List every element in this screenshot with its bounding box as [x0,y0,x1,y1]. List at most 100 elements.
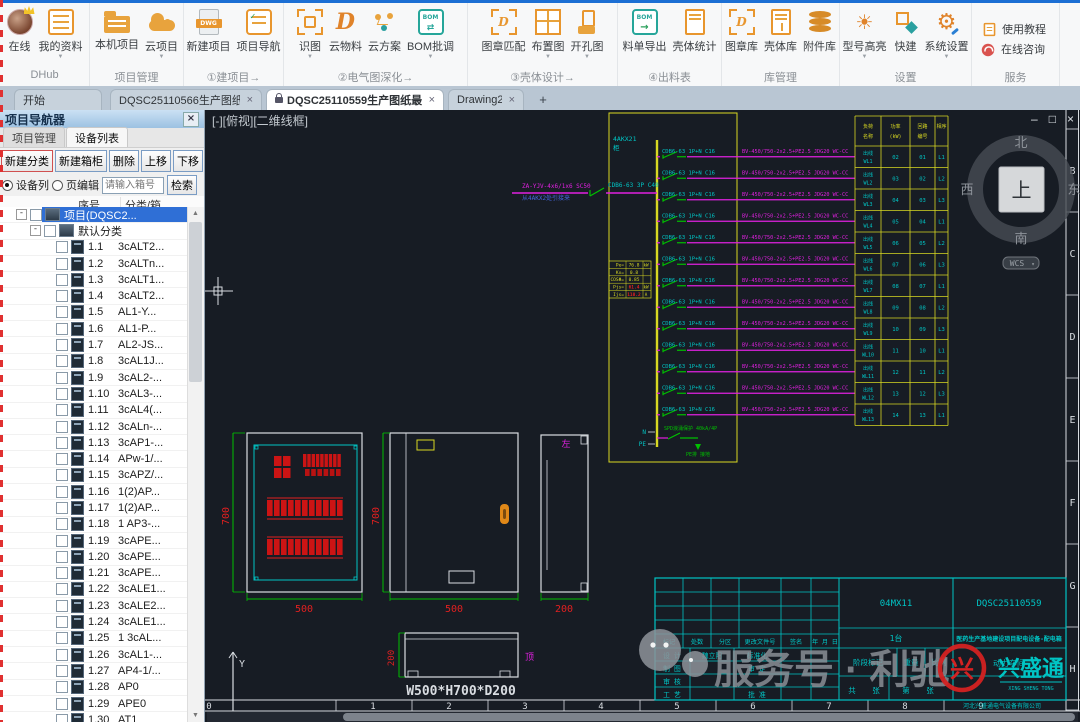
row-checkbox[interactable] [56,518,68,530]
navigator-close-button[interactable]: × [183,112,199,127]
row-checkbox[interactable] [56,486,68,498]
scrollbar-thumb[interactable] [189,222,202,382]
row-checkbox[interactable] [56,535,68,547]
device-row[interactable]: 1.93cAL2-... [0,370,188,386]
doc-tab-1[interactable]: DQSC25110566生产图纸1*× [110,89,262,110]
ribbon-item-enclosure-stat-icon[interactable]: 壳体统计 [671,8,719,62]
device-row[interactable]: 1.30AT1 [0,712,188,722]
restore-icon[interactable]: □ [1049,111,1056,127]
tree-row[interactable]: -项目(DQSC2... [0,207,188,223]
hscrollbar-thumb[interactable] [343,713,1075,721]
device-row[interactable]: 1.28AP0 [0,680,188,696]
scroll-up-icon[interactable]: ▲ [188,207,203,220]
row-checkbox[interactable] [56,421,68,433]
ribbon-item-system-settings-icon[interactable]: 系统设置▼ [923,8,971,62]
ribbon-item-highlight-icon[interactable]: 型号高亮▼ [841,8,889,62]
device-row[interactable]: 1.171(2)AP... [0,500,188,516]
row-checkbox[interactable] [56,698,68,710]
device-row[interactable]: 1.43cALT2... [0,288,188,304]
device-row[interactable]: 1.161(2)AP... [0,484,188,500]
row-checkbox[interactable] [30,209,42,221]
device-row[interactable]: 1.123cALn-... [0,419,188,435]
ribbon-item-stamp-lib-icon[interactable]: 图章库 [723,8,760,62]
navigator-tab-0[interactable]: 项目管理 [3,127,65,147]
ribbon-item-stamp-match-icon[interactable]: 图章匹配 [480,8,528,62]
row-checkbox[interactable] [56,274,68,286]
ribbon-item-cloud-icon[interactable]: 云项目▼ [143,8,180,62]
row-checkbox[interactable] [56,453,68,465]
device-row[interactable]: 1.27AP4-1/... [0,663,188,679]
navigator-button-3[interactable]: 上移 [141,150,171,172]
row-checkbox[interactable] [56,567,68,579]
device-row[interactable]: 1.13cALT2... [0,240,188,256]
expand-icon[interactable]: - [30,225,41,236]
ribbon-item-d-logo-icon[interactable]: 云物料 [327,8,364,62]
close-icon[interactable]: × [1067,111,1074,127]
row-checkbox[interactable] [44,225,56,237]
navigator-button-1[interactable]: 新建箱柜 [55,150,107,172]
device-list-radio[interactable] [2,180,13,191]
device-row[interactable]: 1.23cALTn... [0,256,188,272]
row-checkbox[interactable] [56,323,68,335]
device-row[interactable]: 1.29APE0 [0,696,188,712]
row-checkbox[interactable] [56,714,68,722]
cad-drawing-canvas[interactable]: 0123456789BCDEFGH4AKX21柜ZA-YJV-4x6/1x6 S… [205,110,1080,722]
tab-close-icon[interactable]: × [429,94,435,106]
row-checkbox[interactable] [56,437,68,449]
row-checkbox[interactable] [56,600,68,612]
row-checkbox[interactable] [56,339,68,351]
device-row[interactable]: 1.193cAPE... [0,533,188,549]
device-row[interactable]: 1.113cAL4(... [0,403,188,419]
ribbon-item-folder-icon[interactable]: 本机项目 [93,8,141,60]
doc-tab-3[interactable]: Drawing2*× [448,89,524,110]
device-row[interactable]: 1.33cALT1... [0,272,188,288]
row-checkbox[interactable] [56,469,68,481]
navigator-scrollbar[interactable]: ▲ ▼ [187,207,204,722]
ribbon-item-nodes-icon[interactable]: 云方案 [366,8,403,62]
ribbon-item-enclosure-lib-icon[interactable]: 壳体库 [762,8,799,62]
search-button[interactable]: 检索 [167,175,197,195]
navigator-button-0[interactable]: 新建分类 [1,150,53,172]
ribbon-item-quick-build-icon[interactable]: 快建 [891,8,921,62]
page-edit-radio[interactable] [52,180,63,191]
row-checkbox[interactable] [56,388,68,400]
ribbon-item-bom-sync-icon[interactable]: BOM批调▼ [405,8,456,62]
row-checkbox[interactable] [56,616,68,628]
row-checkbox[interactable] [56,583,68,595]
device-row[interactable]: 1.213cAPE... [0,566,188,582]
row-checkbox[interactable] [56,241,68,253]
device-row[interactable]: 1.251 3cAL... [0,631,188,647]
device-row[interactable]: 1.83cAL1J... [0,354,188,370]
ribbon-item-bom-export-icon[interactable]: 料单导出 [621,8,669,62]
device-row[interactable]: 1.203cAPE... [0,549,188,565]
row-checkbox[interactable] [56,306,68,318]
navigator-button-4[interactable]: 下移 [173,150,203,172]
device-row[interactable]: 1.6AL1-P... [0,321,188,337]
row-checkbox[interactable] [56,665,68,677]
ribbon-item-dwg-file-icon[interactable]: 新建项目 [185,8,233,62]
tab-close-icon[interactable]: × [247,94,253,106]
ribbon-item-layout-icon[interactable]: 布置图▼ [530,8,567,62]
device-row[interactable]: 1.133cAP1-... [0,435,188,451]
tab-close-icon[interactable]: × [509,94,515,106]
horizontal-scrollbar[interactable] [207,712,1078,722]
doc-tab-0[interactable]: 开始 [14,89,102,110]
ribbon-item-accessory-lib-icon[interactable]: 附件库 [801,8,838,62]
device-row[interactable]: 1.5AL1-Y... [0,305,188,321]
minimize-icon[interactable]: – [1031,111,1038,127]
navigator-tab-1[interactable]: 设备列表 [66,127,128,147]
doc-tab-2[interactable]: DQSC25110559生产图纸最终版*× [266,89,444,110]
new-tab-button[interactable]: + [534,91,552,108]
ribbon-item-consult-icon[interactable]: 在线咨询 [980,39,1045,59]
row-checkbox[interactable] [56,502,68,514]
row-checkbox[interactable] [56,404,68,416]
ribbon-item-checklist-icon[interactable]: 项目导航 [235,8,283,62]
tree-row[interactable]: -默认分类 [0,223,188,239]
device-row[interactable]: 1.181 AP3-... [0,517,188,533]
row-checkbox[interactable] [56,258,68,270]
ribbon-item-scan-icon[interactable]: 识图▼ [295,8,325,62]
viewport-label[interactable]: [-][俯视][二维线框] [212,112,308,129]
row-checkbox[interactable] [56,681,68,693]
box-number-input[interactable] [102,177,164,194]
ribbon-item-drill-icon[interactable]: 开孔图▼ [569,8,606,62]
